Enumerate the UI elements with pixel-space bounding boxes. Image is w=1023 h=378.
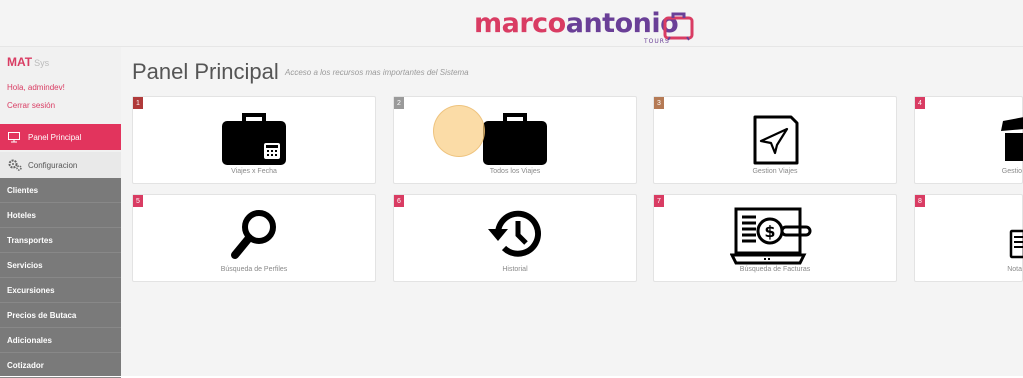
logo-antonio-text: antonio (565, 8, 679, 39)
submenu-item-servicios[interactable]: Servicios (0, 253, 121, 278)
tile-busqueda-de-perfiles[interactable]: 5 Búsqueda de Perfiles (132, 194, 376, 282)
app-brand: MAT Sys (7, 55, 49, 69)
tile-gestion[interactable]: 4 Gestio (914, 96, 1023, 184)
top-header: marco antonio TOURS (0, 0, 1023, 47)
submenu-item-precios-de-butaca[interactable]: Precios de Butaca (0, 303, 121, 328)
tile-todos-los-viajes[interactable]: 2 Todos los Viajes (393, 96, 637, 184)
submenu-item-cotizador[interactable]: Cotizador (0, 353, 121, 378)
submenu-item-hoteles[interactable]: Hoteles (0, 203, 121, 228)
suitcase-logo-icon (663, 12, 694, 41)
tile-number-badge: 7 (654, 195, 664, 207)
submenu-item-adicionales[interactable]: Adicionales (0, 328, 121, 353)
invoice-search-icon: $ (730, 207, 812, 265)
briefcase-icon (483, 113, 547, 165)
brand-sub: Sys (34, 58, 50, 68)
tile-number-badge: 1 (133, 97, 143, 109)
logo-marco-text: marco (474, 8, 566, 39)
search-icon (231, 210, 276, 259)
svg-text:$: $ (764, 222, 775, 241)
tile-label: Historial (502, 266, 528, 273)
page-subtitle: Acceso a los recursos mas importantes de… (285, 68, 469, 77)
tile-number-badge: 8 (915, 195, 925, 207)
tile-label: Nota (1007, 266, 1022, 273)
tile-number-badge: 4 (915, 97, 925, 109)
notes-icon (1009, 229, 1023, 259)
tile-label: Gestio (1001, 168, 1022, 175)
submenu-item-clientes[interactable]: Clientes (0, 178, 121, 203)
tile-historial[interactable]: 6 Historial (393, 194, 637, 282)
tile-number-badge: 3 (654, 97, 664, 109)
tile-label: Búsqueda de Facturas (739, 266, 811, 273)
main-content: Panel Principal Acceso a los recursos ma… (121, 47, 1023, 376)
tile-number-badge: 6 (394, 195, 404, 207)
sidebar-item-label: Panel Principal (28, 132, 82, 142)
tile-notas[interactable]: 8 Nota (914, 194, 1023, 282)
tile-label: Búsqueda de Perfiles (220, 266, 288, 273)
tile-number-badge: 5 (133, 195, 143, 207)
sidebar: MAT Sys Hola, admindev! Cerrar sesión Pan… (0, 47, 121, 378)
cursor-highlight (433, 105, 485, 157)
tile-viajes-x-fecha[interactable]: 1 Viajes x Fecha (132, 96, 376, 184)
user-greeting: Hola, admindev! (7, 83, 65, 92)
tile-label: Viajes x Fecha (231, 168, 277, 175)
tile-gestion-viajes[interactable]: 3 Gestion Viajes (653, 96, 897, 184)
monitor-icon (8, 131, 20, 142)
tile-number-badge: 2 (394, 97, 404, 109)
sidebar-item-panel-principal[interactable]: Panel Principal (0, 124, 121, 150)
calendar-briefcase-icon (222, 113, 286, 165)
submenu-item-excursiones[interactable]: Excursiones (0, 278, 121, 303)
gears-icon (8, 159, 22, 171)
brand-name: MAT (7, 55, 33, 69)
paper-plane-icon (753, 115, 799, 165)
box-icon (1001, 117, 1023, 161)
history-icon (488, 210, 541, 257)
tile-label: Gestion Viajes (752, 168, 798, 175)
tile-busqueda-de-facturas[interactable]: 7 $ Búsqueda de Facturas (653, 194, 897, 282)
tile-label: Todos los Viajes (489, 168, 541, 175)
sidebar-item-configuracion[interactable]: Configuracion (0, 152, 121, 178)
sidebar-item-label: Configuracion (28, 160, 78, 170)
company-logo[interactable]: marco antonio TOURS (474, 8, 694, 45)
config-submenu: Clientes Hoteles Transportes Servicios E… (0, 178, 121, 378)
logout-link[interactable]: Cerrar sesión (7, 101, 55, 110)
page-title: Panel Principal (132, 59, 279, 84)
submenu-item-transportes[interactable]: Transportes (0, 228, 121, 253)
